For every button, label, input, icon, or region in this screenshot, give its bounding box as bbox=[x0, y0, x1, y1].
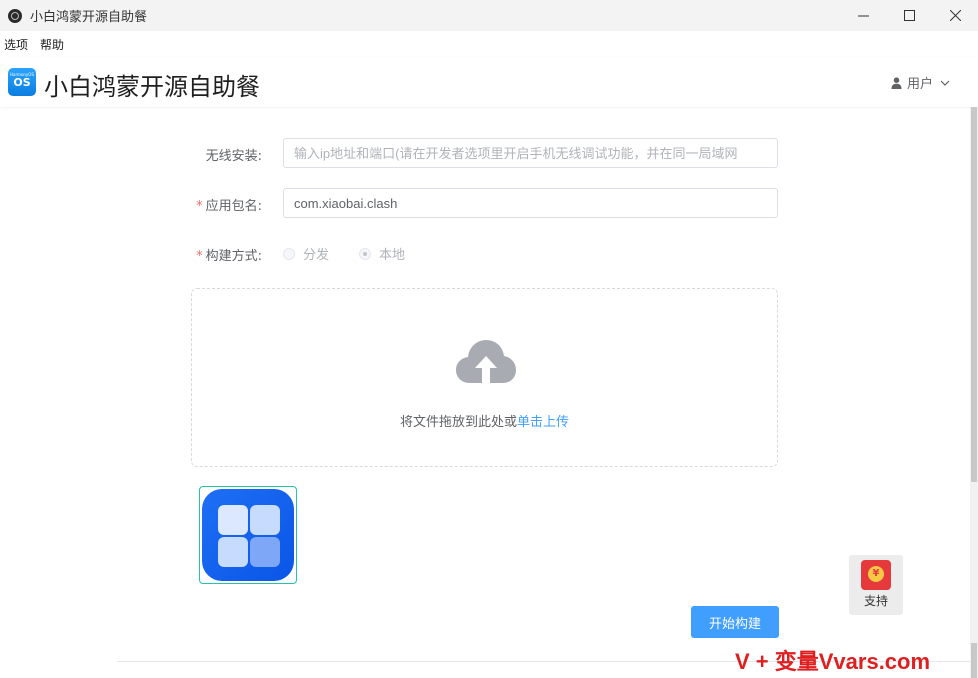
chevron-down-icon bbox=[940, 80, 950, 86]
package-name-input[interactable] bbox=[283, 188, 778, 218]
minimize-icon bbox=[857, 15, 869, 17]
package-name-label: * 应用包名: bbox=[162, 195, 262, 214]
scrollbar-thumb[interactable] bbox=[971, 107, 977, 482]
logo-text: OS bbox=[13, 76, 31, 89]
grid-tile-1 bbox=[218, 505, 248, 535]
close-icon bbox=[949, 10, 961, 21]
radio-local[interactable]: 本地 bbox=[359, 244, 405, 263]
app-window-icon bbox=[8, 8, 22, 23]
build-method-label: * 构建方式: bbox=[162, 245, 262, 264]
cloud-upload-icon bbox=[456, 340, 516, 383]
package-name-label-text: 应用包名: bbox=[205, 199, 262, 214]
upload-click-link[interactable]: 单击上传 bbox=[517, 415, 569, 430]
window-controls bbox=[840, 0, 978, 31]
red-envelope-icon: ¥ bbox=[861, 560, 891, 590]
app-grid-icon bbox=[202, 489, 294, 581]
menu-help[interactable]: 帮助 bbox=[40, 36, 64, 53]
upload-hint: 将文件拖放到此处或单击上传 bbox=[192, 411, 777, 430]
build-method-label-text: 构建方式: bbox=[205, 249, 262, 264]
app-header: HarmonyOS OS 小白鸿蒙开源自助餐 用户 bbox=[0, 57, 978, 107]
wireless-install-label: 无线安装: bbox=[205, 149, 262, 164]
maximize-icon bbox=[903, 10, 915, 21]
start-build-button[interactable]: 开始构建 bbox=[691, 606, 779, 638]
harmonyos-logo: HarmonyOS OS bbox=[8, 68, 36, 96]
grid-tile-3 bbox=[218, 537, 248, 567]
radio-distribute-label: 分发 bbox=[303, 248, 330, 263]
radio-local-label: 本地 bbox=[379, 248, 406, 263]
close-button[interactable] bbox=[932, 0, 978, 31]
radio-local-dot bbox=[359, 247, 372, 260]
watermark: V + 变量Vvars.com bbox=[735, 649, 931, 674]
support-label: 支持 bbox=[863, 594, 888, 608]
wireless-install-input[interactable] bbox=[283, 138, 778, 168]
build-method-radio-group: 分发 本地 bbox=[283, 244, 435, 263]
grid-tile-4 bbox=[250, 537, 280, 567]
maximize-button[interactable] bbox=[886, 0, 932, 31]
scrollbar-thumb-lower[interactable] bbox=[971, 643, 977, 678]
radio-distribute-dot bbox=[283, 247, 295, 260]
app-icon-preview[interactable] bbox=[199, 486, 297, 584]
user-label: 用户 bbox=[906, 77, 933, 92]
menu-bar: 选项 帮助 bbox=[0, 31, 978, 57]
title-bar: 小白鸿蒙开源自助餐 bbox=[0, 0, 978, 31]
upload-dropzone[interactable]: 将文件拖放到此处或单击上传 bbox=[191, 288, 778, 467]
required-mark: * bbox=[196, 249, 203, 264]
menu-options[interactable]: 选项 bbox=[4, 36, 28, 53]
minimize-button[interactable] bbox=[840, 0, 886, 31]
grid-tile-2 bbox=[250, 505, 280, 535]
app-title: 小白鸿蒙开源自助餐 bbox=[44, 73, 260, 101]
upload-hint-text: 将文件拖放到此处或 bbox=[399, 415, 517, 430]
user-menu[interactable]: 用户 bbox=[891, 73, 956, 92]
radio-distribute[interactable]: 分发 bbox=[283, 244, 329, 263]
coin-icon: ¥ bbox=[868, 566, 884, 582]
support-widget[interactable]: ¥ 支持 bbox=[849, 555, 903, 615]
required-mark: * bbox=[196, 199, 203, 214]
window-title: 小白鸿蒙开源自助餐 bbox=[30, 10, 148, 25]
user-icon bbox=[891, 76, 902, 89]
